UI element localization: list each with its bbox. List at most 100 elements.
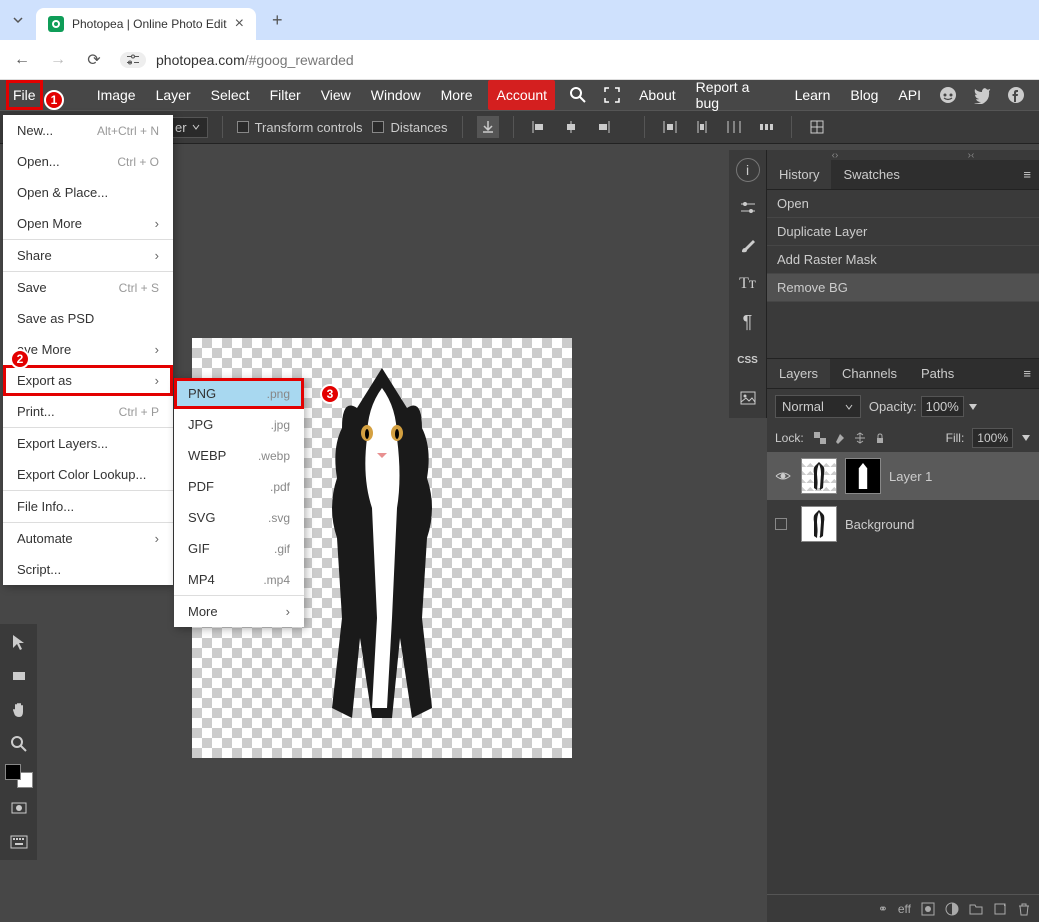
character-panel-icon[interactable]: Tᴛ — [736, 272, 760, 296]
panel-menu-icon[interactable]: ≡ — [1015, 160, 1039, 189]
visibility-checkbox[interactable] — [775, 518, 793, 530]
menu-window[interactable]: Window — [361, 80, 431, 110]
menu-api[interactable]: API — [888, 80, 931, 110]
tab-list-dropdown[interactable] — [8, 8, 28, 32]
site-settings-icon[interactable] — [120, 52, 146, 68]
blend-mode-select[interactable]: Normal — [775, 395, 861, 418]
add-mask-icon[interactable] — [921, 902, 935, 916]
transform-controls-checkbox[interactable]: Transform controls — [237, 120, 363, 135]
move-tool-icon[interactable] — [5, 628, 33, 656]
file-open-more[interactable]: Open More› — [3, 208, 173, 239]
new-tab-button[interactable]: + — [264, 10, 291, 31]
history-item[interactable]: Duplicate Layer — [767, 218, 1039, 246]
rectangle-tool-icon[interactable] — [5, 662, 33, 690]
lock-pixels-icon[interactable] — [832, 430, 848, 446]
layer-mask-thumbnail[interactable] — [845, 458, 881, 494]
image-panel-icon[interactable] — [736, 386, 760, 410]
opacity-value[interactable]: 100% — [921, 396, 964, 417]
menu-select[interactable]: Select — [201, 80, 260, 110]
zoom-tool-icon[interactable] — [5, 730, 33, 758]
color-swatches[interactable] — [5, 764, 33, 788]
chevron-down-icon[interactable] — [1021, 433, 1031, 443]
file-export-color[interactable]: Export Color Lookup... — [3, 459, 173, 490]
align-right-icon[interactable] — [592, 116, 614, 138]
distribute-center-icon[interactable] — [691, 116, 713, 138]
file-script[interactable]: Script... — [3, 554, 173, 585]
menu-layer[interactable]: Layer — [146, 80, 201, 110]
distribute-spacing-icon[interactable] — [755, 116, 777, 138]
file-info[interactable]: File Info... — [3, 491, 173, 522]
distribute-left-icon[interactable] — [659, 116, 681, 138]
layer-name[interactable]: Background — [845, 517, 1031, 532]
lock-position-icon[interactable] — [852, 430, 868, 446]
new-layer-icon[interactable] — [993, 902, 1007, 916]
distribute-right-icon[interactable] — [723, 116, 745, 138]
tab-channels[interactable]: Channels — [830, 359, 909, 388]
address-bar[interactable]: photopea.com/#goog_rewarded — [120, 52, 354, 68]
visibility-icon[interactable] — [775, 470, 793, 482]
adjustments-panel-icon[interactable] — [736, 196, 760, 220]
file-save[interactable]: SaveCtrl + S — [3, 272, 173, 303]
fullscreen-icon[interactable] — [595, 86, 629, 104]
foreground-color-swatch[interactable] — [5, 764, 21, 780]
paragraph-panel-icon[interactable]: ¶ — [736, 310, 760, 334]
history-item[interactable]: Open — [767, 190, 1039, 218]
browser-tab[interactable]: Photopea | Online Photo Edit × — [36, 8, 256, 40]
tab-history[interactable]: History — [767, 160, 831, 189]
new-folder-icon[interactable] — [969, 902, 983, 916]
pixel-grid-icon[interactable] — [806, 116, 828, 138]
delete-layer-icon[interactable] — [1017, 902, 1031, 916]
menu-learn[interactable]: Learn — [785, 80, 841, 110]
layer-row[interactable]: Layer 1 — [767, 452, 1039, 500]
facebook-icon[interactable] — [999, 86, 1033, 104]
file-print[interactable]: Print...Ctrl + P — [3, 396, 173, 427]
export-gif[interactable]: GIF.gif — [174, 533, 304, 564]
search-icon[interactable] — [561, 86, 595, 104]
distances-checkbox[interactable]: Distances — [372, 120, 447, 135]
layer-name[interactable]: Layer 1 — [889, 469, 1031, 484]
layer-row[interactable]: Background — [767, 500, 1039, 548]
export-pdf[interactable]: PDF.pdf — [174, 471, 304, 502]
layer-select-dropdown[interactable]: er — [168, 117, 208, 138]
menu-image[interactable]: Image — [87, 80, 146, 110]
download-icon[interactable] — [477, 116, 499, 138]
export-jpg[interactable]: JPG.jpg — [174, 409, 304, 440]
file-open[interactable]: Open...Ctrl + O — [3, 146, 173, 177]
panel-menu-icon[interactable]: ≡ — [1015, 359, 1039, 388]
link-layers-icon[interactable]: ⚭ — [878, 902, 888, 916]
twitter-icon[interactable] — [965, 86, 999, 104]
hand-tool-icon[interactable] — [5, 696, 33, 724]
menu-about[interactable]: About — [629, 80, 686, 110]
layer-thumbnail[interactable] — [801, 458, 837, 494]
layer-effects-icon[interactable]: eff — [898, 902, 911, 916]
export-mp4[interactable]: MP4.mp4 — [174, 564, 304, 595]
quickmask-icon[interactable] — [5, 794, 33, 822]
file-save-psd[interactable]: Save as PSD — [3, 303, 173, 334]
file-new[interactable]: New...Alt+Ctrl + N — [3, 115, 173, 146]
forward-icon[interactable]: → — [48, 51, 68, 69]
layer-thumbnail[interactable] — [801, 506, 837, 542]
tab-layers[interactable]: Layers — [767, 359, 830, 388]
fill-value[interactable]: 100% — [972, 428, 1013, 448]
brush-panel-icon[interactable] — [736, 234, 760, 258]
chevron-down-icon[interactable] — [968, 402, 978, 412]
menu-file[interactable]: File — [6, 80, 43, 110]
file-share[interactable]: Share› — [3, 240, 173, 271]
close-tab-icon[interactable]: × — [235, 15, 244, 33]
history-item[interactable]: Remove BG — [767, 274, 1039, 302]
file-automate[interactable]: Automate› — [3, 523, 173, 554]
history-item[interactable]: Add Raster Mask — [767, 246, 1039, 274]
tab-paths[interactable]: Paths — [909, 359, 966, 388]
export-svg[interactable]: SVG.svg — [174, 502, 304, 533]
css-panel-icon[interactable]: CSS — [736, 348, 760, 372]
align-center-h-icon[interactable] — [560, 116, 582, 138]
reload-icon[interactable]: ⟳ — [84, 50, 104, 70]
menu-blog[interactable]: Blog — [840, 80, 888, 110]
export-webp[interactable]: WEBP.webp — [174, 440, 304, 471]
lock-all-icon[interactable] — [872, 430, 888, 446]
align-left-icon[interactable] — [528, 116, 550, 138]
menu-more[interactable]: More — [431, 80, 483, 110]
back-icon[interactable]: ← — [12, 51, 32, 69]
keyboard-icon[interactable] — [5, 828, 33, 856]
adjustment-layer-icon[interactable] — [945, 902, 959, 916]
